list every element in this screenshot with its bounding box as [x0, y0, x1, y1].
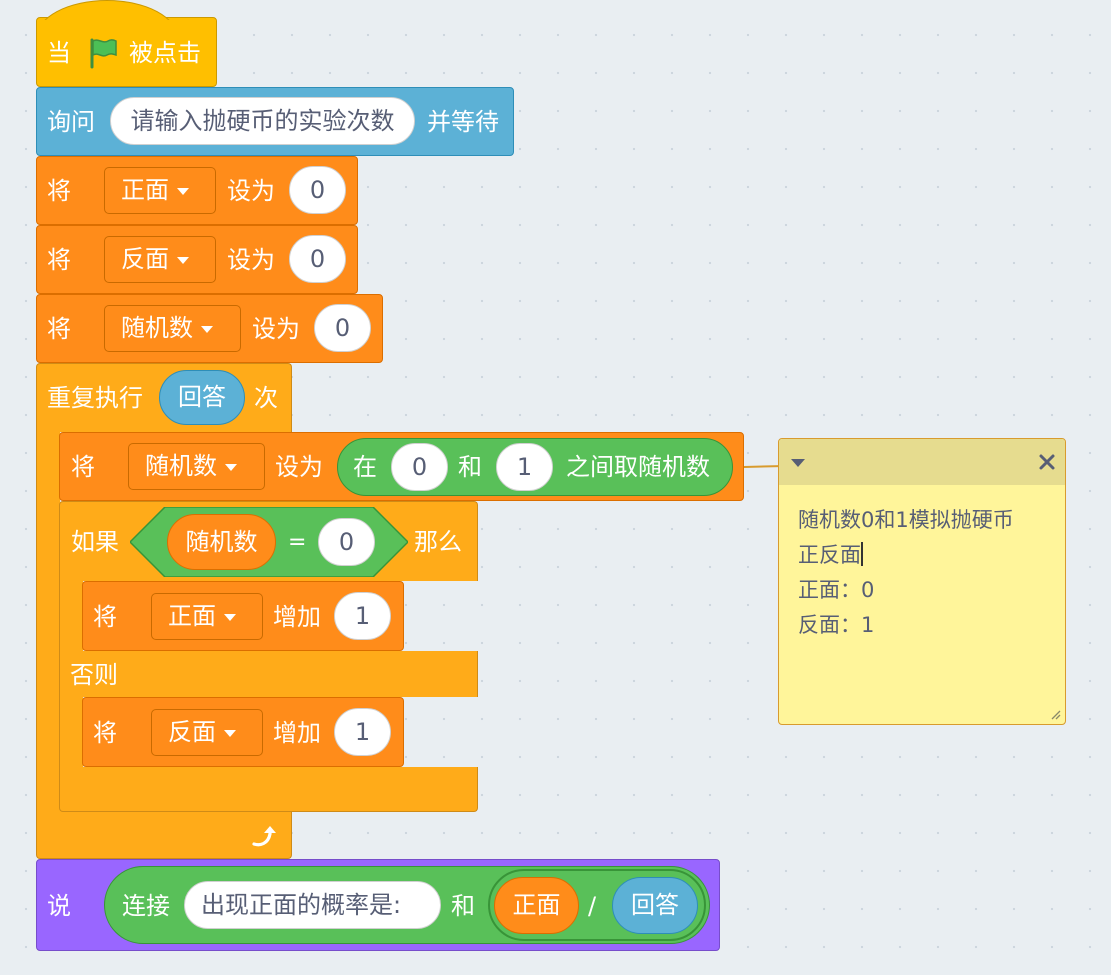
green-flag-icon	[90, 38, 117, 69]
else-section	[59, 651, 478, 697]
set-heads-value-input[interactable]: 0	[289, 166, 346, 214]
dropdown-value: 正面	[168, 602, 216, 630]
else-arm	[59, 696, 83, 768]
set-label: 将	[47, 246, 71, 274]
tails-variable-dropdown[interactable]: 反面	[151, 709, 263, 756]
set-label: 将	[47, 177, 71, 205]
comment-header[interactable]	[779, 439, 1065, 485]
repeat-arrow-icon	[252, 826, 276, 847]
set-tails-value-input[interactable]: 0	[289, 235, 346, 283]
change-by-label: 增加	[273, 603, 321, 631]
equals-operator: =	[288, 530, 307, 555]
heads-variable-dropdown[interactable]: 正面	[104, 167, 216, 214]
if-arm	[59, 580, 83, 652]
change-heads-value-input[interactable]: 1	[334, 592, 391, 640]
comment-line: 反面：1	[798, 613, 875, 637]
text-cursor	[861, 542, 863, 566]
times-label: 次	[254, 384, 278, 412]
repeat-arm	[36, 430, 60, 810]
chevron-down-icon	[201, 326, 213, 333]
if-footer	[59, 767, 478, 812]
collapse-triangle-icon[interactable]	[790, 457, 806, 469]
comment-text[interactable]: 随机数0和1模拟抛硬币 正反面 正面：0 反面：1	[798, 503, 1014, 643]
heads-variable-reporter[interactable]: 正面	[494, 877, 579, 934]
random-variable-reporter[interactable]: 随机数	[167, 514, 276, 570]
change-by-label: 增加	[273, 719, 321, 747]
dropdown-value: 随机数	[145, 452, 217, 480]
set-label: 将	[93, 719, 117, 747]
chevron-down-icon	[224, 730, 236, 737]
comment-connector	[743, 465, 780, 468]
set-label: 将	[47, 315, 71, 343]
chevron-down-icon	[224, 614, 236, 621]
set-label: 将	[71, 453, 95, 481]
chevron-down-icon	[225, 464, 237, 471]
clicked-label: 被点击	[129, 39, 201, 67]
set-to-label: 设为	[227, 246, 275, 274]
random-to-input[interactable]: 1	[496, 443, 553, 491]
comment-line: 随机数0和1模拟抛硬币	[798, 508, 1014, 532]
compare-value-input[interactable]: 0	[318, 518, 375, 566]
then-label: 那么	[414, 528, 462, 556]
random-variable-dropdown[interactable]: 随机数	[104, 305, 241, 352]
set-to-label: 设为	[227, 177, 275, 205]
chevron-down-icon	[177, 257, 189, 264]
if-label: 如果	[71, 528, 119, 556]
ask-question-input[interactable]: 请输入抛硬币的实验次数	[110, 97, 415, 145]
comment-note[interactable]: 随机数0和1模拟抛硬币 正反面 正面：0 反面：1	[778, 438, 1066, 725]
and-wait-label: 并等待	[427, 108, 499, 136]
set-to-label: 设为	[252, 315, 300, 343]
dropdown-value: 反面	[168, 718, 216, 746]
say-label: 说	[47, 892, 71, 920]
random-from-input[interactable]: 0	[391, 443, 448, 491]
answer-reporter[interactable]: 回答	[612, 877, 698, 934]
chevron-down-icon	[177, 188, 189, 195]
divide-operator-label: /	[588, 892, 597, 920]
set-label: 将	[93, 603, 117, 631]
random-variable-dropdown[interactable]: 随机数	[128, 443, 265, 490]
close-icon[interactable]	[1038, 453, 1056, 471]
set-to-label: 设为	[275, 453, 323, 481]
comment-line: 正面：0	[798, 578, 875, 602]
comment-line: 正反面	[798, 542, 863, 567]
resize-handle-icon[interactable]	[1049, 708, 1061, 720]
pick-random-and: 和	[458, 453, 482, 481]
answer-reporter[interactable]: 回答	[159, 370, 245, 425]
dropdown-value: 正面	[121, 176, 169, 204]
pick-random-prefix: 在	[353, 453, 377, 481]
tails-variable-dropdown[interactable]: 反面	[104, 236, 216, 283]
dropdown-value: 随机数	[121, 314, 193, 342]
join-and-label: 和	[451, 892, 475, 920]
repeat-label: 重复执行	[47, 384, 143, 412]
pick-random-suffix: 之间取随机数	[566, 453, 710, 481]
heads-variable-dropdown[interactable]: 正面	[151, 593, 263, 640]
join-label: 连接	[122, 892, 170, 920]
set-random-value-input[interactable]: 0	[314, 304, 371, 352]
ask-label: 询问	[47, 108, 95, 136]
dropdown-value: 反面	[121, 245, 169, 273]
when-label: 当	[47, 39, 71, 67]
else-label: 否则	[70, 661, 118, 689]
change-tails-value-input[interactable]: 1	[334, 708, 391, 756]
join-text-input[interactable]: 出现正面的概率是:	[184, 881, 441, 929]
